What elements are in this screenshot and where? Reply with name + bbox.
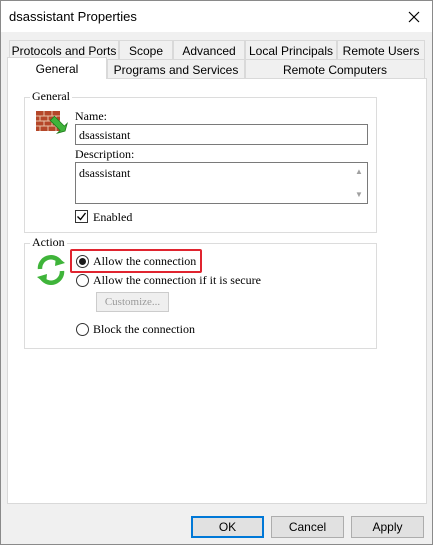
tab-remote-computers[interactable]: Remote Computers [245, 59, 425, 79]
tab-label: Programs and Services [113, 62, 239, 77]
ok-button[interactable]: OK [191, 516, 264, 538]
apply-label: Apply [372, 520, 403, 534]
title-bar: dsassistant Properties [1, 1, 432, 32]
cancel-label: Cancel [288, 520, 327, 534]
tab-label: General [35, 61, 79, 76]
tab-label: Local Principals [248, 43, 334, 58]
close-button[interactable] [396, 1, 432, 32]
radio-allow-if-secure[interactable] [76, 274, 89, 287]
tab-advanced[interactable]: Advanced [173, 40, 245, 60]
radio-selected-dot [79, 258, 86, 265]
refresh-arrows-icon [37, 255, 65, 285]
scroll-up-icon[interactable]: ▲ [355, 167, 363, 176]
apply-button[interactable]: Apply [351, 516, 424, 538]
name-value: dsassistant [79, 128, 131, 142]
description-textarea[interactable]: dsassistant ▲ ▼ [75, 162, 368, 204]
name-input[interactable]: dsassistant [75, 124, 368, 145]
customize-label: Customize... [104, 296, 161, 308]
tab-general[interactable]: General [7, 57, 107, 79]
checkmark-icon [77, 212, 87, 221]
block-connection-label: Block the connection [93, 322, 195, 336]
action-group-label: Action [30, 235, 67, 250]
allow-connection-label: Allow the connection [93, 254, 197, 268]
tab-scope[interactable]: Scope [119, 40, 173, 60]
name-label: Name: [75, 109, 107, 123]
window-title: dsassistant Properties [9, 9, 137, 24]
enabled-checkbox[interactable] [75, 210, 88, 223]
general-group-label: General [30, 89, 72, 104]
tab-label: Scope [128, 43, 164, 58]
tab-label: Protocols and Ports [11, 43, 117, 58]
description-label: Description: [75, 147, 135, 161]
tab-label: Remote Computers [282, 62, 388, 77]
tab-panel-general: General Name: dsassistant Description: d… [7, 78, 427, 504]
description-scrollbar[interactable]: ▲ ▼ [352, 164, 366, 202]
enabled-label: Enabled [93, 210, 133, 224]
tab-programs-and-services[interactable]: Programs and Services [107, 59, 245, 79]
radio-block-connection[interactable] [76, 323, 89, 336]
allow-if-secure-label: Allow the connection if it is secure [93, 273, 261, 287]
tab-label: Remote Users [342, 43, 420, 58]
firewall-brick-icon [36, 111, 68, 134]
tab-remote-users[interactable]: Remote Users [337, 40, 425, 60]
scroll-down-icon[interactable]: ▼ [355, 190, 363, 199]
properties-window: dsassistant Properties Protocols and Por… [0, 0, 433, 545]
tab-label: Advanced [182, 43, 236, 58]
ok-label: OK [218, 520, 237, 534]
tab-local-principals[interactable]: Local Principals [245, 40, 337, 60]
close-icon [408, 11, 420, 22]
cancel-button[interactable]: Cancel [271, 516, 344, 538]
radio-allow-connection[interactable] [76, 255, 89, 268]
description-value: dsassistant [79, 166, 131, 180]
customize-button[interactable]: Customize... [96, 292, 169, 312]
